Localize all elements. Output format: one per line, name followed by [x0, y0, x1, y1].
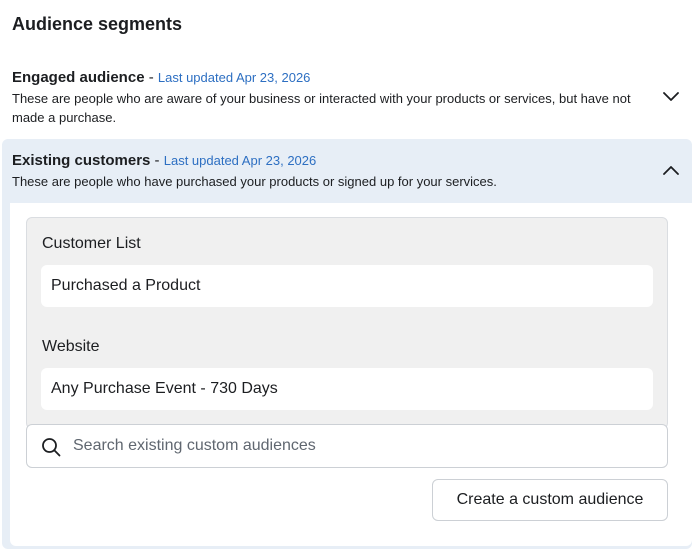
segment-engaged-audience[interactable]: Engaged audience - Last updated Apr 23, … [2, 60, 692, 132]
segment-body: Customer List Purchased a Product Websit… [10, 203, 692, 546]
audience-chip-any-purchase-event[interactable]: Any Purchase Event - 730 Days [41, 368, 653, 410]
page-title: Audience segments [12, 14, 183, 34]
segment-existing-customers: Existing customers - Last updated Apr 23… [2, 139, 692, 549]
search-input[interactable] [73, 425, 653, 467]
search-icon [41, 437, 61, 457]
segment-name: Engaged audience [12, 69, 145, 86]
segment-description: These are people who have purchased your… [12, 174, 497, 189]
segment-description: These are people who are aware of your b… [12, 91, 631, 125]
selected-audiences-list[interactable]: Customer List Purchased a Product Websit… [26, 217, 668, 429]
segment-name: Existing customers [12, 152, 151, 169]
segment-last-updated: Last updated Apr 23, 2026 [157, 70, 311, 85]
segment-separator: - [150, 152, 164, 169]
create-custom-audience-button[interactable]: Create a custom audience [432, 479, 668, 521]
search-field[interactable] [26, 424, 668, 468]
audience-chip-purchased-a-product[interactable]: Purchased a Product [41, 265, 653, 307]
segment-title-line: Engaged audience - Last updated Apr 23, … [12, 68, 644, 88]
segment-title-line: Existing customers - Last updated Apr 23… [12, 151, 644, 171]
chevron-down-icon[interactable] [662, 88, 680, 106]
segment-header[interactable]: Existing customers - Last updated Apr 23… [2, 139, 692, 201]
segment-last-updated: Last updated Apr 23, 2026 [163, 153, 317, 168]
group-label-customer-list: Customer List [42, 235, 141, 252]
segment-separator: - [144, 69, 158, 86]
chevron-up-icon[interactable] [662, 161, 680, 179]
group-label-website: Website [42, 338, 100, 355]
